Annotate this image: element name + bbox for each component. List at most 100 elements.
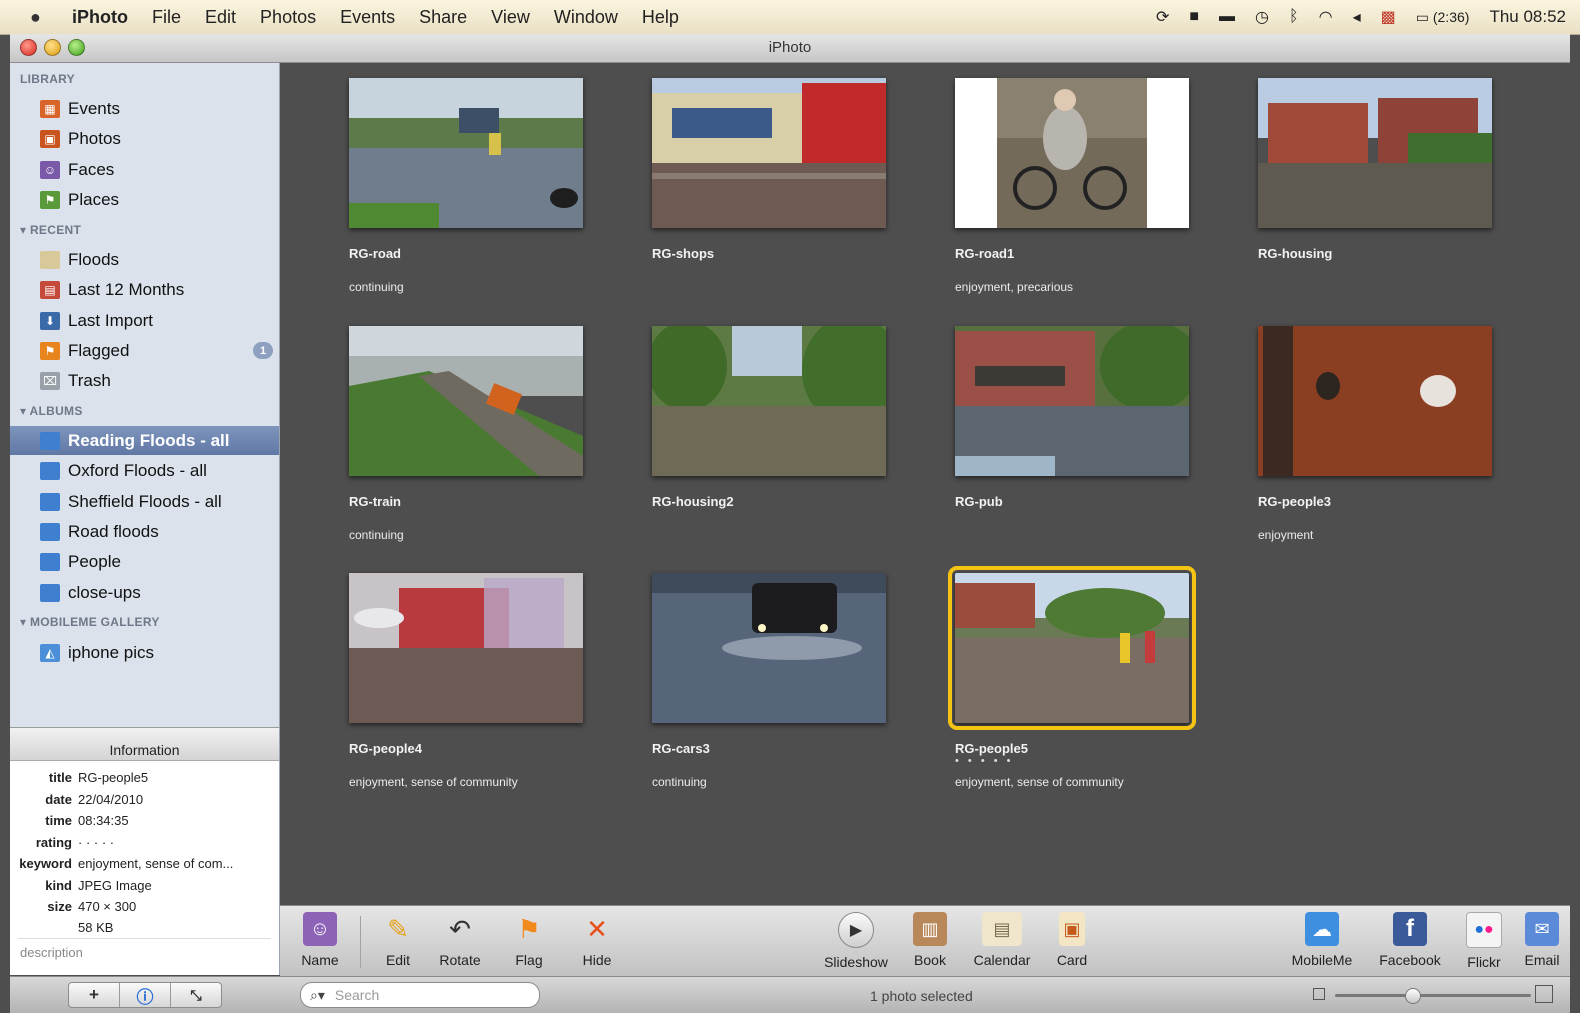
apple-menu-icon[interactable]: ● [30,7,60,28]
flag-button[interactable]: ⚑ Flag [497,912,561,969]
menu-window[interactable]: Window [554,7,618,28]
calendar-button[interactable]: ▤ Calendar [970,912,1034,968]
fullscreen-button[interactable]: ⤡ [171,983,221,1007]
sidebar-item-events[interactable]: ▦ Events [10,94,279,123]
menu-view[interactable]: View [491,7,530,28]
menu-edit[interactable]: Edit [205,7,236,28]
app-status-icon[interactable]: ■ [1189,8,1199,26]
volume-icon[interactable]: ◂ [1353,7,1361,27]
sidebar-item-trash[interactable]: ⌧ Trash [10,366,279,395]
menu-photos[interactable]: Photos [260,7,316,28]
photo-keywords[interactable]: enjoyment, sense of community [955,775,1124,789]
hide-button[interactable]: ✕ Hide [565,912,629,969]
photo-thumbnail[interactable] [652,326,886,476]
battery-status[interactable]: ▭ (2:36) [1416,9,1470,26]
photo-rating[interactable]: • • • • • [955,755,1013,767]
book-button[interactable]: ▥ Book [898,912,962,968]
albums-header[interactable]: ▾ ALBUMS [20,404,83,418]
display-icon[interactable]: ▬ [1219,8,1235,26]
sidebar-item-sheffield-floods-all[interactable]: Sheffield Floods - all [10,487,279,516]
slideshow-button[interactable]: ▶ Slideshow [824,912,888,970]
menu-share[interactable]: Share [419,7,467,28]
photo-title[interactable]: RG-housing2 [652,494,734,509]
mobileme-header[interactable]: ▾ MOBILEME GALLERY [20,615,160,629]
photo-title[interactable]: RG-road1 [955,246,1014,261]
photo-title[interactable]: RG-train [349,494,401,509]
information-header[interactable]: Information [10,727,279,761]
card-button[interactable]: ▣ Card [1040,912,1104,968]
small-thumbnail-icon[interactable] [1313,988,1325,1000]
sidebar-item-photos[interactable]: ▣ Photos [10,124,279,153]
search-field[interactable]: ⌕▾ [300,982,540,1008]
info-value[interactable]: 08:34:35 [78,813,129,828]
search-icon[interactable]: ⌕▾ [310,987,325,1004]
photo-title[interactable]: RG-cars3 [652,741,710,756]
sidebar-item-flagged[interactable]: ⚑ Flagged 1 [10,336,279,365]
zoom-knob[interactable] [1405,988,1421,1004]
menu-events[interactable]: Events [340,7,395,28]
info-button[interactable]: ⓘ [120,983,171,1007]
rating-stars[interactable]: · · · · · [78,835,114,850]
sidebar-item-last-12-months[interactable]: ▤ Last 12 Months [10,275,279,304]
photo-title[interactable]: RG-shops [652,246,714,261]
photo-thumbnail[interactable] [948,566,1196,730]
name-button[interactable]: ☺ Name [288,912,352,968]
photo-thumbnail[interactable] [349,78,583,228]
info-value[interactable]: enjoyment, sense of com... [78,856,233,871]
photo-title[interactable]: RG-pub [955,494,1003,509]
photo-keywords[interactable]: enjoyment [1258,528,1313,542]
photo-thumbnail[interactable] [1258,326,1492,476]
photo-keywords[interactable]: enjoyment, precarious [955,280,1073,294]
description-field[interactable]: description [20,945,83,960]
input-flag-icon[interactable]: ▩ [1381,7,1396,27]
search-input[interactable] [332,986,517,1004]
menu-file[interactable]: File [152,7,181,28]
photo-keywords[interactable]: continuing [349,280,404,294]
bluetooth-icon[interactable]: ᛒ [1289,8,1299,26]
sidebar-item-people[interactable]: People [10,547,279,576]
photo-keywords[interactable]: continuing [652,775,707,789]
photo-title[interactable]: RG-housing [1258,246,1332,261]
photo-thumbnail[interactable] [349,573,583,723]
sidebar-item-iphone-pics[interactable]: ◭ iphone pics [10,638,279,667]
menu-help[interactable]: Help [642,7,679,28]
facebook-button[interactable]: f Facebook [1378,912,1442,968]
sidebar-item-reading-floods-all[interactable]: Reading Floods - all [10,426,279,455]
clock[interactable]: Thu 08:52 [1489,7,1566,27]
photo-thumbnail[interactable] [955,326,1189,476]
add-button[interactable]: + [69,983,120,1007]
time-machine-icon[interactable]: ◷ [1255,7,1269,27]
photo-thumbnail[interactable] [955,78,1189,228]
photo-thumbnail[interactable] [1258,78,1492,228]
photo-thumbnail[interactable] [652,573,886,723]
sidebar-item-road-floods[interactable]: Road floods [10,517,279,546]
sidebar-item-close-ups[interactable]: close-ups [10,578,279,607]
edit-button[interactable]: ✎ Edit [366,912,430,969]
rotate-button[interactable]: ↶ Rotate [428,912,492,969]
mobileme-button[interactable]: ☁ MobileMe [1290,912,1354,968]
email-button[interactable]: ✉ Email [1510,912,1574,968]
info-value[interactable]: 22/04/2010 [78,792,143,807]
info-value[interactable]: RG-people5 [78,770,148,785]
photo-thumbnail[interactable] [652,78,886,228]
sidebar-item-places[interactable]: ⚑ Places [10,185,279,214]
sidebar-item-floods[interactable]: Floods [10,245,279,274]
recent-header[interactable]: ▾ RECENT [20,223,81,237]
photo-keywords[interactable]: enjoyment, sense of community [349,775,518,789]
photo-title[interactable]: RG-people5 [955,741,1028,756]
sidebar-item-last-import[interactable]: ⬇ Last Import [10,306,279,335]
zoom-slider[interactable] [1313,985,1553,1005]
photo-keywords[interactable]: continuing [349,528,404,542]
menu-app[interactable]: iPhoto [72,7,128,28]
photo-title[interactable]: RG-people4 [349,741,422,756]
sync-icon[interactable]: ⟳ [1156,7,1169,27]
photo-thumbnail[interactable] [349,326,583,476]
photo-title[interactable]: RG-road [349,246,401,261]
zoom-track[interactable] [1335,994,1531,997]
photo-title[interactable]: RG-people3 [1258,494,1331,509]
sidebar-item-faces[interactable]: ☺ Faces [10,155,279,184]
library-header[interactable]: LIBRARY [20,72,75,86]
wifi-icon[interactable]: ◠ [1319,7,1333,27]
flickr-button[interactable]: ● ● Flickr [1452,912,1516,970]
large-thumbnail-icon[interactable] [1535,985,1553,1003]
